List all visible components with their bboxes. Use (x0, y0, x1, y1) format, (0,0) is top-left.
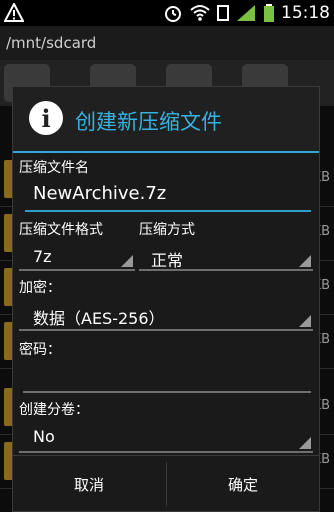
spinner-underline (19, 329, 313, 331)
signal-icon (237, 5, 255, 21)
archive-format-label: 压缩文件格式 (19, 222, 103, 238)
archive-name-input[interactable]: NewArchive.7z (33, 183, 166, 204)
info-icon: i (29, 101, 63, 135)
spinner-arrow-icon (299, 437, 311, 449)
warning-icon (4, 3, 24, 22)
cancel-button[interactable]: 取消 (13, 456, 165, 512)
split-volume-label: 创建分卷： (19, 402, 89, 418)
header-divider (13, 151, 319, 153)
encryption-spinner[interactable]: 数据（AES-256） (19, 297, 313, 331)
compression-method-value: 正常 (151, 251, 184, 270)
archive-name-underline (25, 210, 311, 212)
spinner-underline (139, 269, 313, 271)
create-archive-dialog: i 创建新压缩文件 压缩文件名 NewArchive.7z 压缩文件格式 压缩方… (12, 86, 320, 512)
spinner-underline (19, 451, 313, 453)
password-underline (23, 391, 311, 393)
encryption-label: 加密： (19, 280, 61, 296)
spinner-underline (19, 269, 135, 271)
spinner-arrow-icon (121, 255, 133, 267)
spinner-arrow-icon (299, 315, 311, 327)
compression-method-spinner[interactable]: 正常 (139, 239, 313, 271)
alarm-icon (165, 6, 181, 22)
encryption-value: 数据（AES-256） (33, 309, 165, 328)
battery-icon (264, 4, 274, 22)
password-label: 密码： (19, 342, 61, 358)
clock: 15:18 (281, 3, 330, 23)
archive-format-spinner[interactable]: 7z (19, 239, 135, 271)
spinner-arrow-icon (299, 255, 311, 267)
status-bar: 15:18 (0, 0, 334, 26)
compression-method-label: 压缩方式 (139, 222, 195, 238)
split-volume-spinner[interactable]: No (19, 419, 313, 453)
archive-name-label: 压缩文件名 (19, 160, 89, 176)
ok-button[interactable]: 确定 (167, 456, 319, 512)
password-input[interactable] (23, 359, 311, 393)
split-volume-value: No (33, 427, 55, 446)
path-bar: /mnt/sdcard (0, 26, 334, 60)
archive-format-value: 7z (33, 247, 52, 266)
dialog-header: i 创建新压缩文件 (13, 87, 319, 151)
dialog-button-bar: 取消 确定 (13, 455, 319, 512)
dialog-title: 创建新压缩文件 (75, 110, 222, 134)
sim-icon (217, 5, 229, 21)
wifi-icon (190, 5, 210, 21)
current-path: /mnt/sdcard (6, 34, 97, 52)
